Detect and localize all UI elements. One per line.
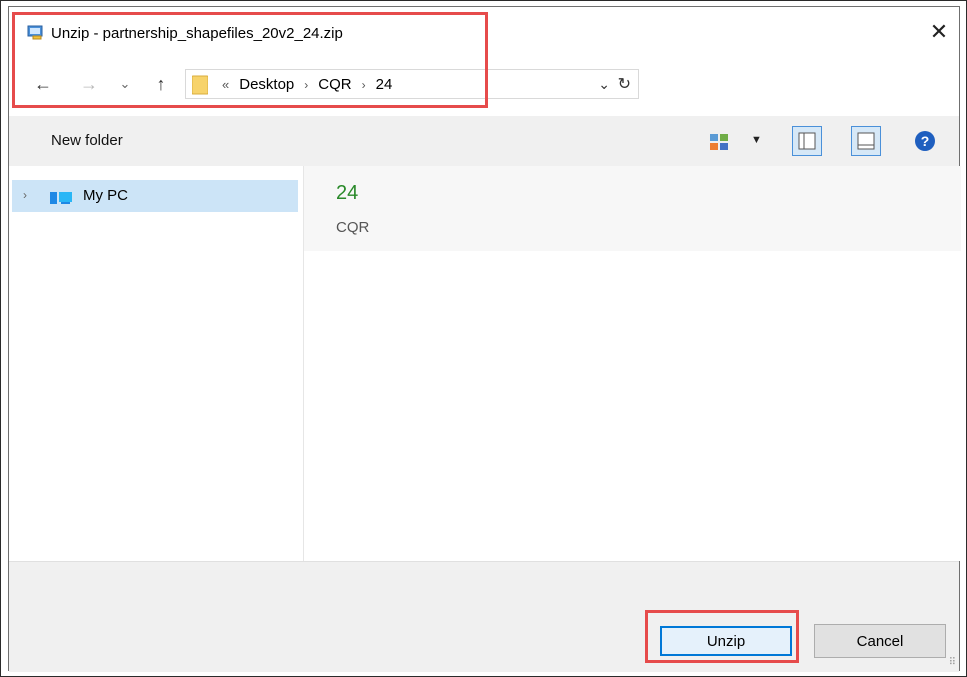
selected-folder-summary[interactable]: 24 CQR — [304, 166, 961, 251]
view-options-icon[interactable] — [710, 134, 728, 150]
unzip-button[interactable]: Unzip — [660, 626, 792, 656]
chevron-right-icon[interactable]: › — [23, 188, 27, 202]
address-bar[interactable]: « Desktop › CQR › 24 ⌄ ↻ — [185, 69, 639, 99]
window-title: Unzip - partnership_shapefiles_20v2_24.z… — [51, 25, 343, 42]
details-pane-icon — [857, 132, 875, 150]
close-icon: ✕ — [929, 19, 949, 44]
help-icon: ? — [920, 133, 930, 149]
close-button[interactable]: ✕ — [919, 17, 959, 47]
navigation-pane-icon — [798, 132, 816, 150]
refresh-icon[interactable]: ↻ — [618, 74, 631, 94]
tree-item-my-pc[interactable]: › My PC — [12, 180, 298, 212]
cancel-button[interactable]: Cancel — [814, 624, 946, 658]
breadcrumb-desktop[interactable]: Desktop — [239, 76, 294, 93]
resize-grip-icon[interactable]: ⠿ — [949, 657, 956, 668]
new-folder-button[interactable]: New folder — [51, 132, 123, 149]
navigation-bar: ← → ⌄ ↑ « Desktop › CQR › 24 ⌄ ↻ — [9, 67, 959, 107]
recent-locations-button[interactable]: ⌄ — [112, 72, 138, 96]
chevron-down-icon: ⌄ — [119, 76, 131, 91]
forward-button[interactable]: → — [76, 72, 102, 96]
view-dropdown-icon[interactable]: ▼ — [751, 134, 762, 146]
content-pane: 24 CQR — [304, 166, 961, 561]
breadcrumb: « Desktop › CQR › 24 — [222, 76, 392, 93]
details-pane-toggle[interactable] — [851, 126, 881, 156]
up-arrow-icon: ↑ — [156, 73, 166, 94]
help-button[interactable]: ? — [915, 131, 935, 151]
breadcrumb-overflow-icon[interactable]: « — [222, 77, 229, 92]
tree-item-label: My PC — [83, 187, 128, 204]
forward-arrow-icon: → — [80, 73, 98, 94]
breadcrumb-cqr[interactable]: CQR — [318, 76, 351, 93]
unzip-app-icon — [27, 25, 43, 40]
selected-folder-name: 24 — [336, 182, 359, 204]
command-bar: New folder ▼ ? — [9, 116, 959, 166]
unzip-dialog: Unzip - partnership_shapefiles_20v2_24.z… — [8, 6, 961, 672]
selected-folder-parent: CQR — [336, 219, 370, 236]
back-button[interactable]: ← — [30, 72, 56, 96]
dialog-footer: Unzip Cancel ⠿ — [9, 561, 959, 672]
title-bar: Unzip - partnership_shapefiles_20v2_24.z… — [9, 7, 959, 57]
folder-icon — [192, 75, 208, 95]
back-arrow-icon: ← — [34, 73, 52, 94]
computer-icon — [50, 192, 72, 204]
navigation-pane: › My PC — [9, 166, 304, 561]
navigation-pane-toggle[interactable] — [792, 126, 822, 156]
breadcrumb-separator-icon[interactable]: › — [304, 78, 308, 92]
address-dropdown-icon[interactable]: ⌄ — [598, 76, 610, 93]
breadcrumb-separator-icon[interactable]: › — [362, 78, 366, 92]
up-button[interactable]: ↑ — [148, 72, 174, 96]
breadcrumb-24[interactable]: 24 — [376, 76, 393, 93]
